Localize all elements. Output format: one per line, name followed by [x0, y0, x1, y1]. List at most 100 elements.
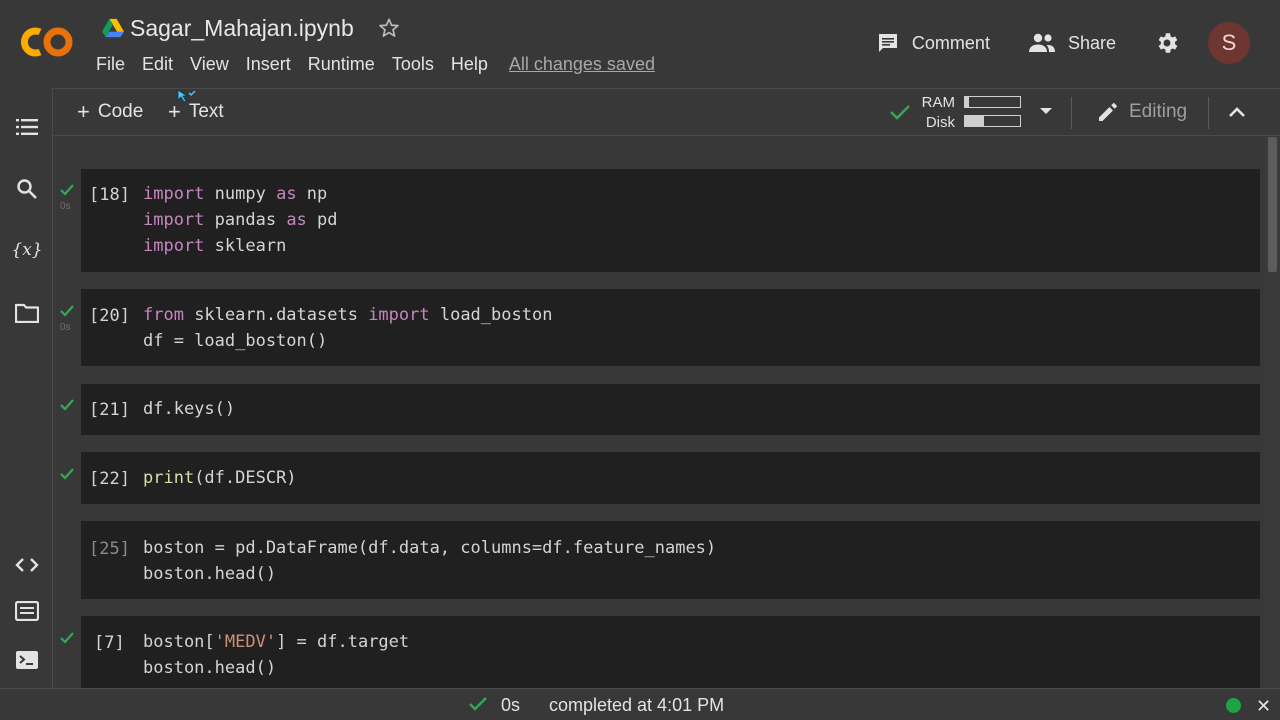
connection-status-dot[interactable]	[1226, 698, 1241, 713]
notebook-scrollbar[interactable]	[1265, 137, 1280, 688]
disk-usage-bar[interactable]	[964, 115, 1021, 127]
execution-count: [20]	[89, 306, 130, 326]
table-of-contents-icon[interactable]	[15, 115, 39, 139]
status-bar: 0s completed at 4:01 PM ✕	[0, 688, 1280, 720]
cell-exec-time: 0s	[60, 201, 71, 212]
code-line: import sklearn	[143, 236, 287, 256]
ram-usage-fill	[965, 97, 970, 107]
cell-run-status[interactable]	[59, 467, 79, 480]
cell-code[interactable]: from sklearn.datasets import load_boston…	[143, 302, 552, 354]
check-icon	[469, 697, 487, 711]
comment-icon	[878, 34, 897, 52]
cell-code[interactable]: print(df.DESCR)	[143, 465, 297, 491]
runtime-dropdown-icon[interactable]	[1039, 107, 1053, 115]
code-cell[interactable]: [20] from sklearn.datasets import load_b…	[81, 289, 1260, 366]
disk-usage-fill	[965, 116, 985, 126]
comment-label: Comment	[911, 32, 990, 53]
execution-duration[interactable]: 0s	[501, 695, 520, 716]
cell-run-status[interactable]	[59, 398, 79, 411]
check-icon	[60, 468, 74, 480]
comment-button[interactable]: Comment	[876, 31, 990, 55]
notebook-content: 0s [18] import numpy as np import pandas …	[53, 137, 1265, 688]
code-line: import numpy as np	[143, 184, 328, 204]
share-button[interactable]: Share	[1028, 32, 1116, 54]
star-icon[interactable]	[378, 17, 400, 39]
user-avatar[interactable]: S	[1208, 22, 1250, 64]
code-line: boston = pd.DataFrame(df.data, columns=d…	[143, 538, 717, 558]
code-line: boston.head()	[143, 658, 277, 678]
toolbar-divider	[1208, 97, 1209, 129]
cell-code[interactable]: df.keys()	[143, 396, 235, 422]
notebook-toolbar: + Code + Text RAM Disk Editing	[53, 88, 1280, 136]
menu-runtime[interactable]: Runtime	[308, 54, 375, 75]
add-text-cell-button[interactable]: + Text	[168, 101, 224, 123]
save-status-link[interactable]: All changes saved	[509, 54, 655, 75]
menu-help[interactable]: Help	[451, 54, 488, 75]
execution-count: [25]	[89, 539, 130, 559]
check-icon	[60, 184, 74, 196]
settings-gear-icon[interactable]	[1154, 30, 1180, 56]
code-cell[interactable]: [22] print(df.DESCR)	[81, 452, 1260, 504]
menu-file[interactable]: File	[96, 54, 125, 75]
execution-count: [18]	[89, 185, 130, 205]
code-cell[interactable]: [7] boston['MEDV'] = df.target boston.hea…	[81, 616, 1260, 688]
add-code-label: Code	[97, 101, 144, 122]
cell-run-status[interactable]: 0s	[59, 183, 79, 214]
resource-labels[interactable]: RAM Disk	[919, 93, 955, 133]
code-line: import pandas as pd	[143, 210, 338, 230]
code-snippets-icon[interactable]	[15, 553, 39, 577]
cell-run-status[interactable]: 0s	[59, 304, 79, 335]
left-sidebar: {x}	[0, 88, 53, 688]
code-cell[interactable]: [18] import numpy as np import pandas as …	[81, 169, 1260, 272]
pencil-icon	[1099, 103, 1117, 121]
ram-label: RAM	[921, 94, 955, 111]
execution-count: [7]	[94, 633, 125, 653]
mouse-cursor-icon	[177, 89, 196, 103]
disk-label: Disk	[925, 114, 955, 131]
execution-count: [21]	[89, 400, 130, 420]
code-line: df = load_boston()	[143, 331, 328, 351]
check-icon	[60, 399, 74, 411]
code-cell[interactable]: [25] boston = pd.DataFrame(df.data, colu…	[81, 521, 1260, 599]
plus-icon: +	[77, 99, 90, 124]
menu-edit[interactable]: Edit	[142, 54, 173, 75]
check-icon	[60, 632, 74, 644]
terminal-icon[interactable]	[15, 648, 39, 672]
cell-code[interactable]: import numpy as np import pandas as pd imp…	[143, 181, 338, 259]
menu-view[interactable]: View	[190, 54, 229, 75]
code-line: df.keys()	[143, 399, 236, 419]
menu-bar: File Edit View Insert Runtime Tools Help…	[96, 54, 672, 75]
search-icon[interactable]	[15, 177, 39, 201]
code-line: print(df.DESCR)	[143, 468, 297, 488]
editing-mode-button[interactable]: Editing	[1097, 101, 1187, 123]
add-code-cell-button[interactable]: + Code	[77, 101, 143, 123]
code-line: from sklearn.datasets import load_boston	[143, 305, 553, 325]
code-cell[interactable]: [21] df.keys()	[81, 384, 1260, 435]
app-header: Sagar_Mahajan.ipynb File Edit View Inser…	[0, 0, 1280, 88]
ram-usage-bar[interactable]	[964, 96, 1021, 108]
execution-count: [22]	[89, 469, 130, 489]
code-line: boston.head()	[143, 564, 277, 584]
editing-label: Editing	[1129, 101, 1188, 122]
cell-run-status[interactable]	[59, 631, 79, 644]
google-drive-icon[interactable]	[102, 18, 124, 38]
people-icon	[1028, 33, 1055, 52]
command-palette-icon[interactable]	[15, 599, 39, 623]
add-text-label: Text	[188, 101, 224, 122]
share-label: Share	[1067, 32, 1116, 53]
toolbar-divider	[1071, 97, 1072, 129]
check-icon	[60, 305, 74, 317]
code-line: boston['MEDV'] = df.target	[143, 632, 410, 652]
close-icon[interactable]: ✕	[1256, 696, 1271, 717]
notebook-title[interactable]: Sagar_Mahajan.ipynb	[130, 15, 354, 42]
files-folder-icon[interactable]	[15, 301, 39, 325]
menu-insert[interactable]: Insert	[246, 54, 291, 75]
collapse-header-chevron-up-icon[interactable]	[1226, 101, 1248, 123]
colab-logo[interactable]	[18, 22, 76, 62]
scrollbar-thumb[interactable]	[1268, 137, 1277, 272]
cell-code[interactable]: boston = pd.DataFrame(df.data, columns=d…	[143, 535, 716, 587]
menu-tools[interactable]: Tools	[392, 54, 434, 75]
completed-status[interactable]: completed at 4:01 PM	[549, 695, 724, 716]
cell-code[interactable]: boston['MEDV'] = df.target boston.head()	[143, 629, 409, 681]
variables-icon[interactable]: {x}	[11, 238, 42, 262]
